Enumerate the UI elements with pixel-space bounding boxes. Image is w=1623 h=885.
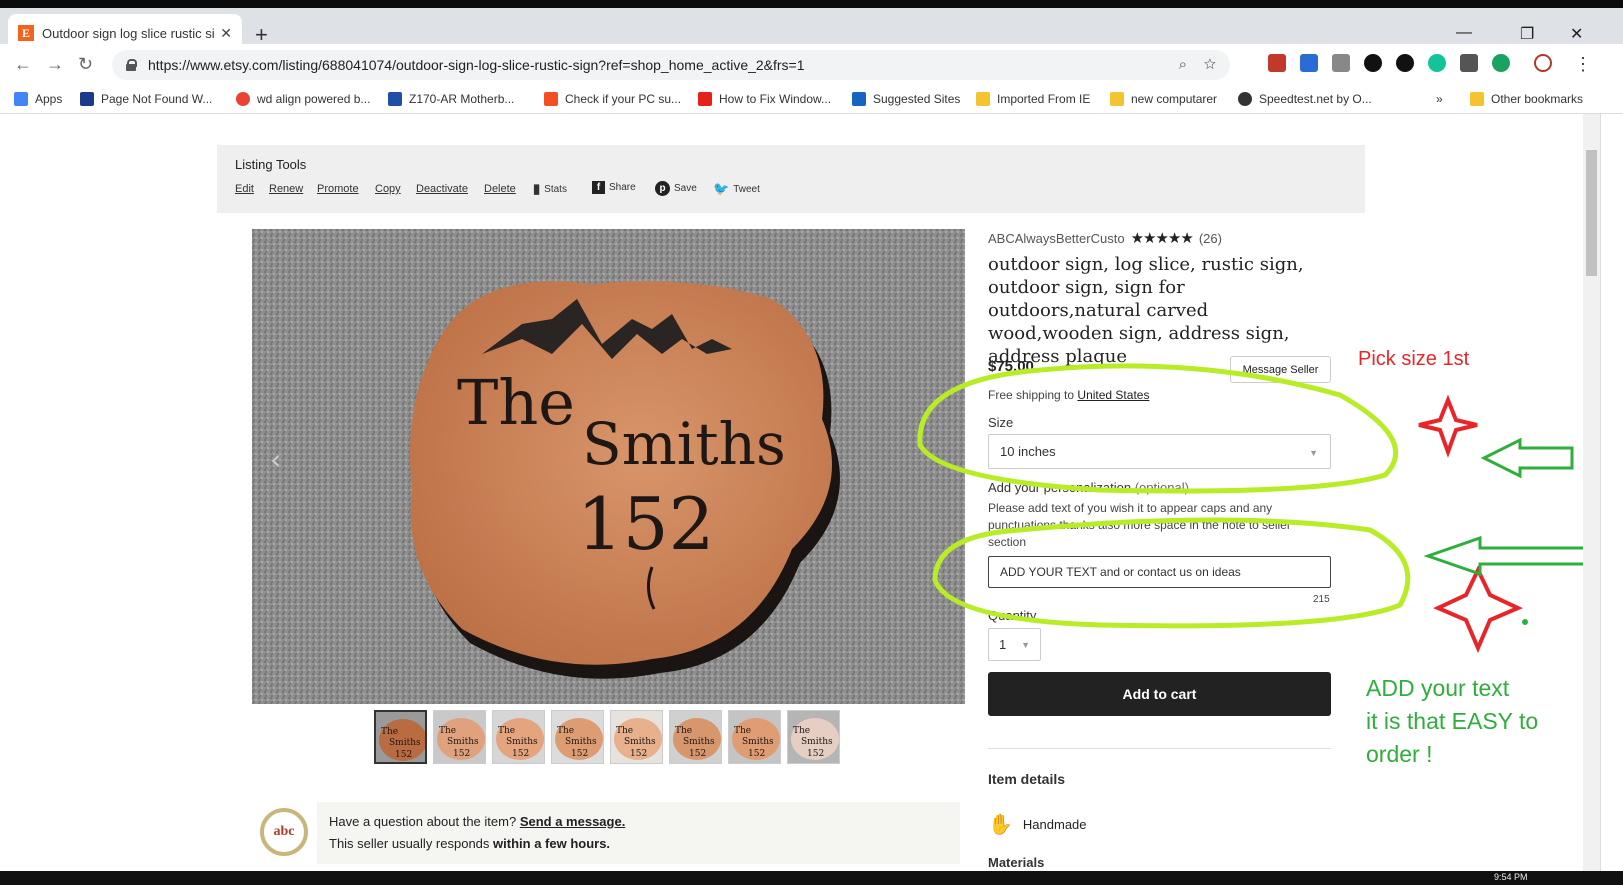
red-star-icon bbox=[1433, 565, 1523, 654]
green-arrow-icon bbox=[1423, 535, 1592, 577]
taskbar bbox=[0, 871, 1623, 885]
scrollbar-thumb[interactable] bbox=[1586, 150, 1597, 276]
lime-circle-size bbox=[917, 363, 1399, 494]
side-panel-edge bbox=[1600, 114, 1623, 871]
green-dot bbox=[1522, 619, 1528, 625]
taskbar-clock: 9:54 PM bbox=[1494, 872, 1528, 882]
pick-size-annotation: Pick size 1st bbox=[1358, 348, 1470, 370]
red-star-icon bbox=[1418, 394, 1478, 458]
green-arrow-icon bbox=[1480, 437, 1574, 479]
lime-circle-text bbox=[932, 517, 1411, 629]
add-text-annotation: ADD your text it is that EASY to order ! bbox=[1366, 675, 1539, 767]
